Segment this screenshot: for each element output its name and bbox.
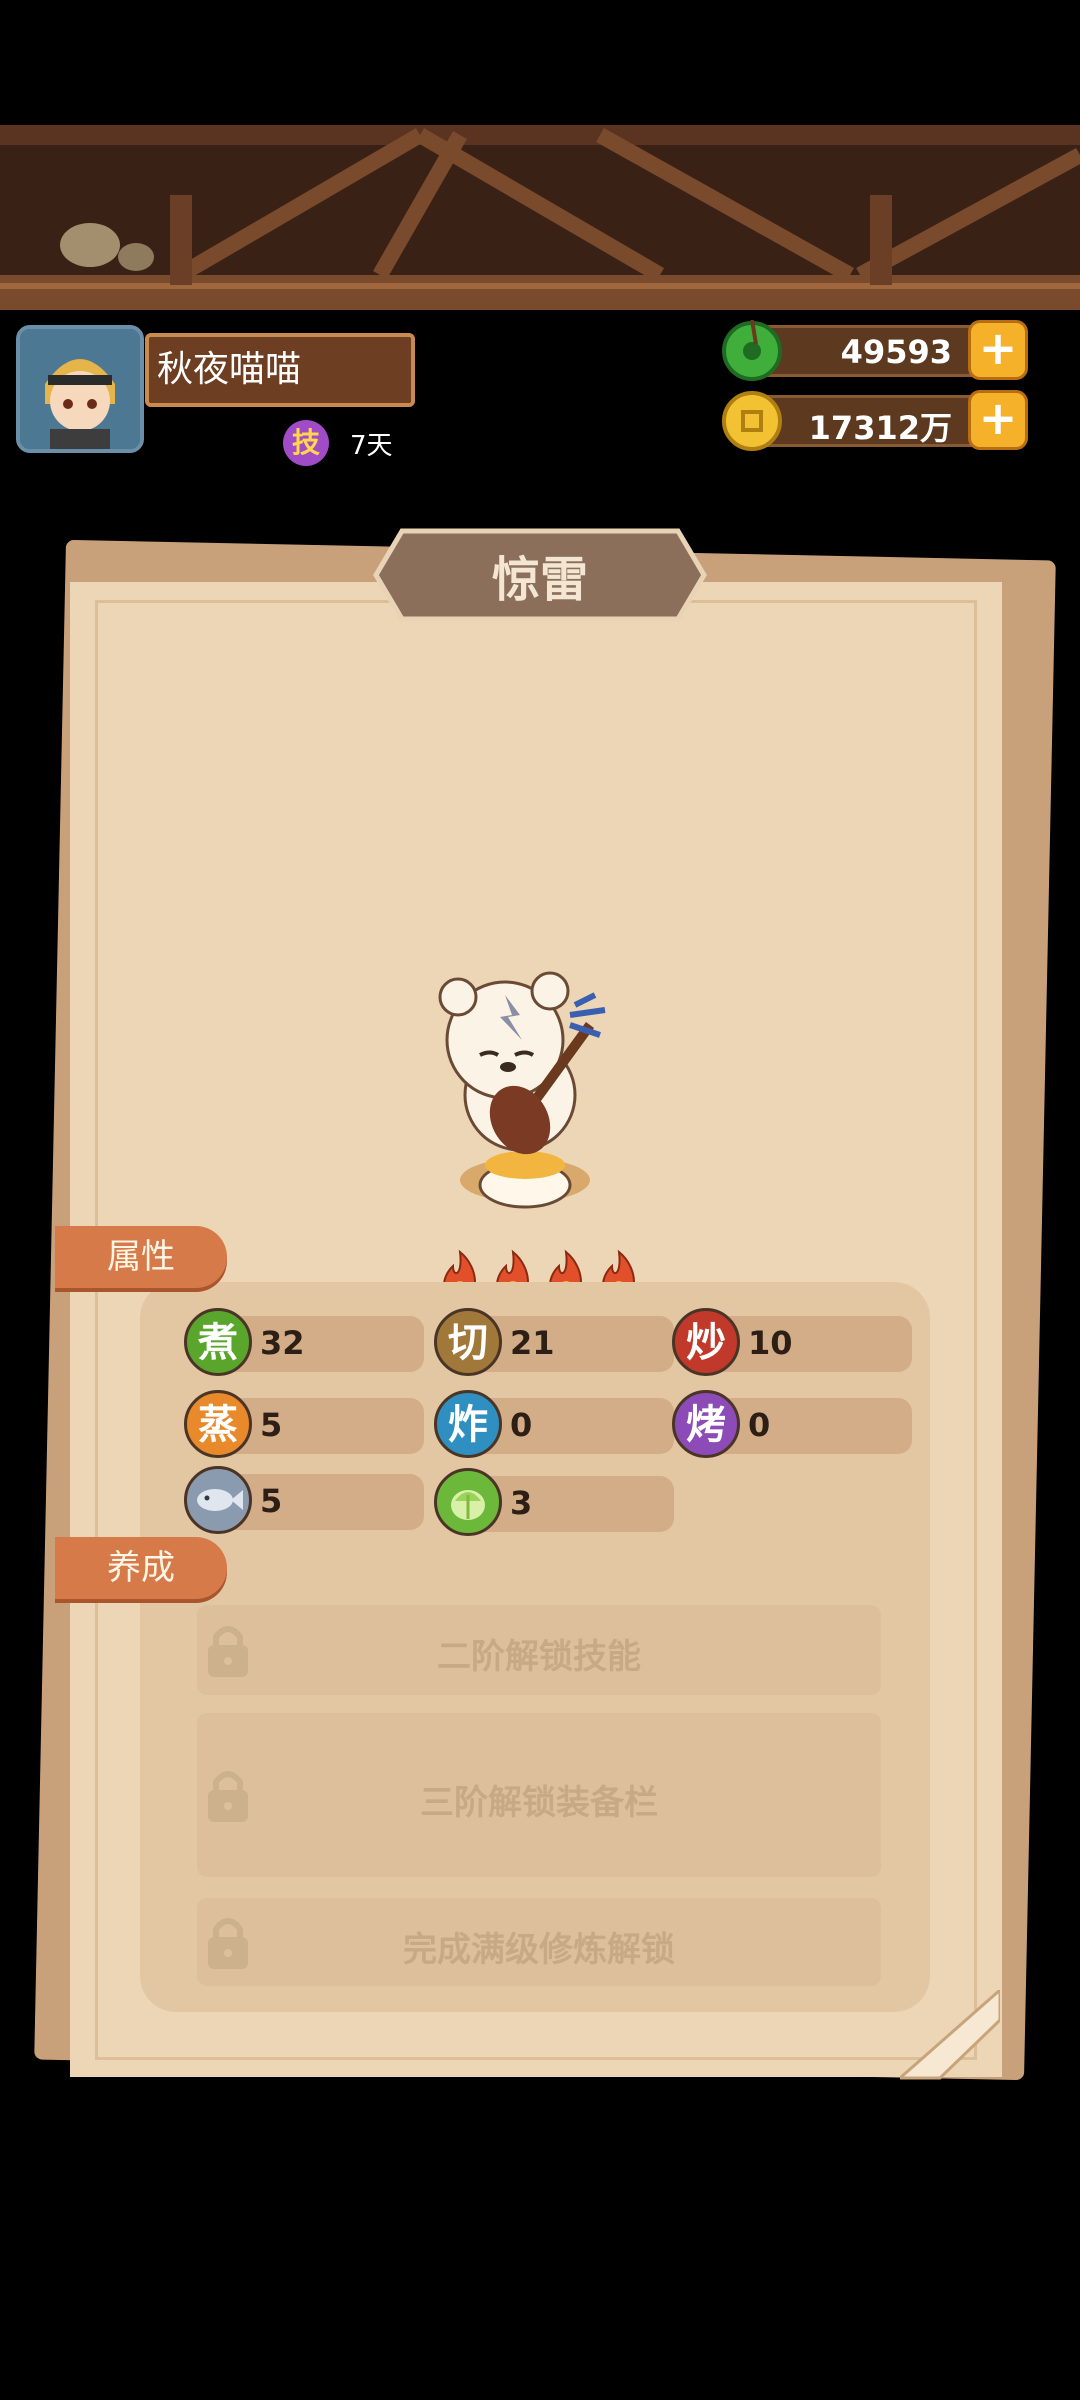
stat-steam: 蒸 5 bbox=[184, 1390, 424, 1458]
stat-fry: 炸 0 bbox=[434, 1390, 674, 1458]
panel-title: 惊雷 bbox=[491, 552, 588, 608]
tab-attributes[interactable]: 属性 bbox=[55, 1226, 227, 1288]
chef-bear-character bbox=[438, 971, 606, 1209]
stat-value: 5 bbox=[260, 1406, 283, 1444]
stat-value: 5 bbox=[260, 1482, 283, 1520]
steam-icon: 蒸 bbox=[184, 1390, 252, 1458]
jade-currency: 49593 + bbox=[722, 320, 1028, 381]
stat-vegetable: 3 bbox=[434, 1468, 674, 1536]
stat-value: 21 bbox=[510, 1324, 555, 1362]
locked-equipment-slot[interactable]: 三阶解锁装备栏 bbox=[197, 1713, 881, 1877]
cabbage-icon bbox=[434, 1468, 502, 1536]
avatar-portrait-icon bbox=[20, 329, 140, 449]
coin-icon bbox=[722, 391, 782, 451]
lock-label: 二阶解锁技能 bbox=[437, 1637, 641, 1677]
stat-value: 10 bbox=[748, 1324, 793, 1362]
add-coins-button[interactable]: + bbox=[968, 390, 1028, 450]
stat-boil: 煮 32 bbox=[184, 1308, 424, 1376]
stat-stirfry: 炒 10 bbox=[672, 1308, 912, 1376]
locked-skill-slot[interactable]: 二阶解锁技能 bbox=[197, 1605, 881, 1695]
stirfry-icon: 炒 bbox=[672, 1308, 740, 1376]
player-avatar[interactable] bbox=[16, 325, 144, 453]
stat-value: 0 bbox=[748, 1406, 771, 1444]
cut-icon: 切 bbox=[434, 1308, 502, 1376]
roof-beams-decoration bbox=[0, 125, 1080, 310]
skill-duration: 7天 bbox=[350, 431, 393, 461]
tab-cultivation[interactable]: 养成 bbox=[55, 1537, 227, 1599]
coin-currency: 17312万 + bbox=[722, 390, 1028, 451]
player-name: 秋夜喵喵 bbox=[145, 333, 415, 407]
lock-label: 完成满级修炼解锁 bbox=[403, 1930, 675, 1970]
stat-roast: 烤 0 bbox=[672, 1390, 912, 1458]
jade-amount: 49593 bbox=[840, 333, 952, 371]
stat-cut: 切 21 bbox=[434, 1308, 674, 1376]
fish-icon bbox=[184, 1466, 252, 1534]
skill-icon[interactable]: 技 bbox=[283, 420, 329, 466]
boil-icon: 煮 bbox=[184, 1308, 252, 1376]
coin-amount: 17312万 bbox=[808, 409, 952, 447]
stat-value: 32 bbox=[260, 1324, 305, 1362]
stat-value: 3 bbox=[510, 1484, 533, 1522]
page-fold-corner bbox=[900, 1990, 1000, 2080]
locked-mastery-slot[interactable]: 完成满级修炼解锁 bbox=[197, 1898, 881, 1986]
fry-icon: 炸 bbox=[434, 1390, 502, 1458]
roast-icon: 烤 bbox=[672, 1390, 740, 1458]
jade-icon bbox=[722, 320, 782, 381]
stat-fish: 5 bbox=[184, 1466, 424, 1534]
lock-label: 三阶解锁装备栏 bbox=[420, 1783, 658, 1823]
add-jade-button[interactable]: + bbox=[968, 320, 1028, 380]
stat-value: 0 bbox=[510, 1406, 533, 1444]
